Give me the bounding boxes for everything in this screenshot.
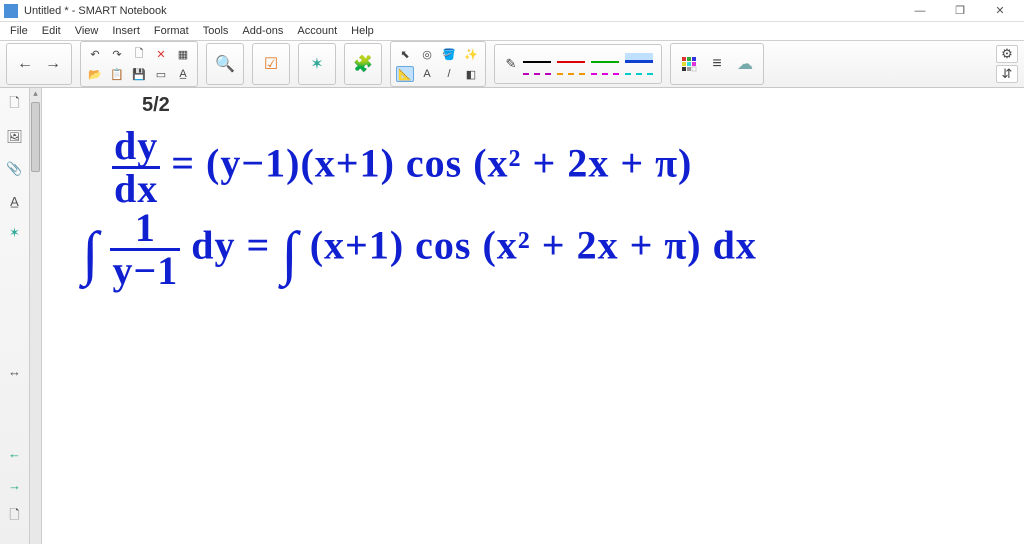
minimize-button[interactable]: — <box>900 1 940 21</box>
maximize-button[interactable]: ❐ <box>940 1 980 21</box>
scroll-thumb[interactable] <box>31 102 40 172</box>
activity-button[interactable]: 🧩 <box>349 46 377 82</box>
prev-page-button[interactable]: ← <box>11 46 39 82</box>
ruler-tool-button[interactable]: 📐 <box>396 66 414 82</box>
page-number-label: 5/2 <box>142 94 170 117</box>
color-swatch-icon <box>681 56 697 72</box>
window-controls: — ❐ ✕ <box>900 1 1020 21</box>
fill-tool-button[interactable]: 🪣 <box>440 46 458 62</box>
line-tool-button[interactable]: / <box>440 66 458 82</box>
rail-prev-button[interactable]: ← <box>4 442 26 464</box>
response-group: ☑ <box>252 43 290 85</box>
fraction-1-over-y-1: 1 y−1 <box>110 208 180 291</box>
format-group: ≡ ☁ <box>670 43 764 85</box>
title-bar: Untitled * - SMART Notebook — ❐ ✕ <box>0 0 1024 22</box>
view-group: 🔍 <box>206 43 244 85</box>
drag-handle-icon[interactable]: ↔ <box>4 360 26 382</box>
addon-button[interactable]: ✶ <box>303 46 331 82</box>
menu-help[interactable]: Help <box>345 24 380 38</box>
pen-group: ✎ <box>494 44 662 84</box>
equation-rhs: = (y−1)(x+1) cos (x² + 2x + π) <box>160 141 692 186</box>
menu-account[interactable]: Account <box>291 24 343 38</box>
rail-next-button[interactable]: → <box>4 474 26 496</box>
handwriting-line-2[interactable]: ∫ 1 y−1 dy = ∫ (x+1) cos (x² + 2x + π) d… <box>82 208 757 291</box>
gallery-tab[interactable]: 🖼 <box>4 126 26 148</box>
pen-tool-button[interactable]: ✎ <box>501 47 521 81</box>
pen-magenta-dashed-icon[interactable] <box>523 65 551 75</box>
fraction-dy-dx: dy dx <box>112 126 160 209</box>
pen-pink-dashed-icon[interactable] <box>591 65 619 75</box>
delete-page-button[interactable]: ✕ <box>152 46 170 62</box>
denominator: dx <box>112 169 160 209</box>
zoom-button[interactable]: 🔍 <box>211 46 239 82</box>
numerator: dy <box>112 126 160 169</box>
close-button[interactable]: ✕ <box>980 1 1020 21</box>
redo-button[interactable]: ↷ <box>108 46 126 62</box>
toolbar: ← → ↶ ↷ 🗋 ✕ ▦ 📂 📋 💾 ▭ A̲ 🔍 ☑ ✶ 🧩 ⬉ ◎ 🪣 ✨… <box>0 40 1024 88</box>
pen-black-icon[interactable] <box>523 53 551 63</box>
shape-tool-button[interactable]: ◎ <box>418 46 436 62</box>
magic-tool-button[interactable]: ✨ <box>462 46 480 62</box>
select-tools-group: ⬉ ◎ 🪣 ✨ 📐 A / ◧ <box>390 41 486 87</box>
settings-button[interactable]: ⚙ <box>996 45 1018 63</box>
window-title: Untitled * - SMART Notebook <box>24 5 900 17</box>
numerator: 1 <box>110 208 180 251</box>
dy-equals: dy = <box>180 223 281 268</box>
menu-edit[interactable]: Edit <box>36 24 67 38</box>
nav-group: ← → <box>6 43 72 85</box>
file-edit-group: ↶ ↷ 🗋 ✕ ▦ 📂 📋 💾 ▭ A̲ <box>80 41 198 87</box>
main-area: 🗋 🖼 📎 A̲ ✶ ↔ ← → 🗋 ▴ 5/2 dy dx = (y−1)(x… <box>0 88 1024 544</box>
menu-addons[interactable]: Add-ons <box>236 24 289 38</box>
response-button[interactable]: ☑ <box>257 46 285 82</box>
side-rail: 🗋 🖼 📎 A̲ ✶ ↔ ← → 🗋 <box>0 88 30 544</box>
menu-bar: File Edit View Insert Format Tools Add-o… <box>0 22 1024 40</box>
select-tool-button[interactable]: ⬉ <box>396 46 414 62</box>
screen-shade-button[interactable]: ▭ <box>152 66 170 82</box>
color-picker-button[interactable] <box>675 46 703 82</box>
menu-insert[interactable]: Insert <box>106 24 146 38</box>
integral-icon: ∫ <box>281 219 298 288</box>
page-sorter-tab[interactable]: 🗋 <box>4 94 26 116</box>
paste-button[interactable]: 📋 <box>108 66 126 82</box>
insert-table-button[interactable]: ▦ <box>174 46 192 62</box>
denominator: y−1 <box>110 251 180 291</box>
pen-cyan-dashed-icon[interactable] <box>625 65 653 75</box>
eraser-tool-button[interactable]: ◧ <box>462 66 480 82</box>
pen-red-icon[interactable] <box>557 53 585 63</box>
handwriting-line-1[interactable]: dy dx = (y−1)(x+1) cos (x² + 2x + π) <box>112 126 692 209</box>
vertical-scrollbar[interactable]: ▴ <box>30 88 42 544</box>
rail-page-icon[interactable]: 🗋 <box>4 506 26 528</box>
pen-blue-icon[interactable] <box>625 53 653 63</box>
toolbar-right-group: ⚙ ⇵ <box>996 45 1018 83</box>
undo-button[interactable]: ↶ <box>86 46 104 62</box>
doc-camera-button[interactable]: A̲ <box>174 66 192 82</box>
pen-orange-dashed-icon[interactable] <box>557 65 585 75</box>
attachments-tab[interactable]: 📎 <box>4 158 26 180</box>
next-page-button[interactable]: → <box>39 46 67 82</box>
line-style-button[interactable]: ≡ <box>703 46 731 82</box>
menu-tools[interactable]: Tools <box>197 24 235 38</box>
new-page-button[interactable]: 🗋 <box>130 46 148 62</box>
integral-icon: ∫ <box>82 219 99 288</box>
integrand-rhs: (x+1) cos (x² + 2x + π) dx <box>299 223 757 268</box>
text-tool-button[interactable]: A <box>418 66 436 82</box>
menu-file[interactable]: File <box>4 24 34 38</box>
properties-tab[interactable]: A̲ <box>4 190 26 212</box>
cloud-button[interactable]: ☁ <box>731 46 759 82</box>
menu-view[interactable]: View <box>69 24 105 38</box>
toolbar-position-button[interactable]: ⇵ <box>996 65 1018 83</box>
canvas[interactable]: 5/2 dy dx = (y−1)(x+1) cos (x² + 2x + π)… <box>42 88 1024 544</box>
addons-tab[interactable]: ✶ <box>4 222 26 244</box>
activity-group: 🧩 <box>344 43 382 85</box>
addon-group: ✶ <box>298 43 336 85</box>
app-icon <box>4 4 18 18</box>
save-button[interactable]: 💾 <box>130 66 148 82</box>
pen-green-icon[interactable] <box>591 53 619 63</box>
open-button[interactable]: 📂 <box>86 66 104 82</box>
menu-format[interactable]: Format <box>148 24 195 38</box>
scroll-up-icon[interactable]: ▴ <box>30 88 41 100</box>
